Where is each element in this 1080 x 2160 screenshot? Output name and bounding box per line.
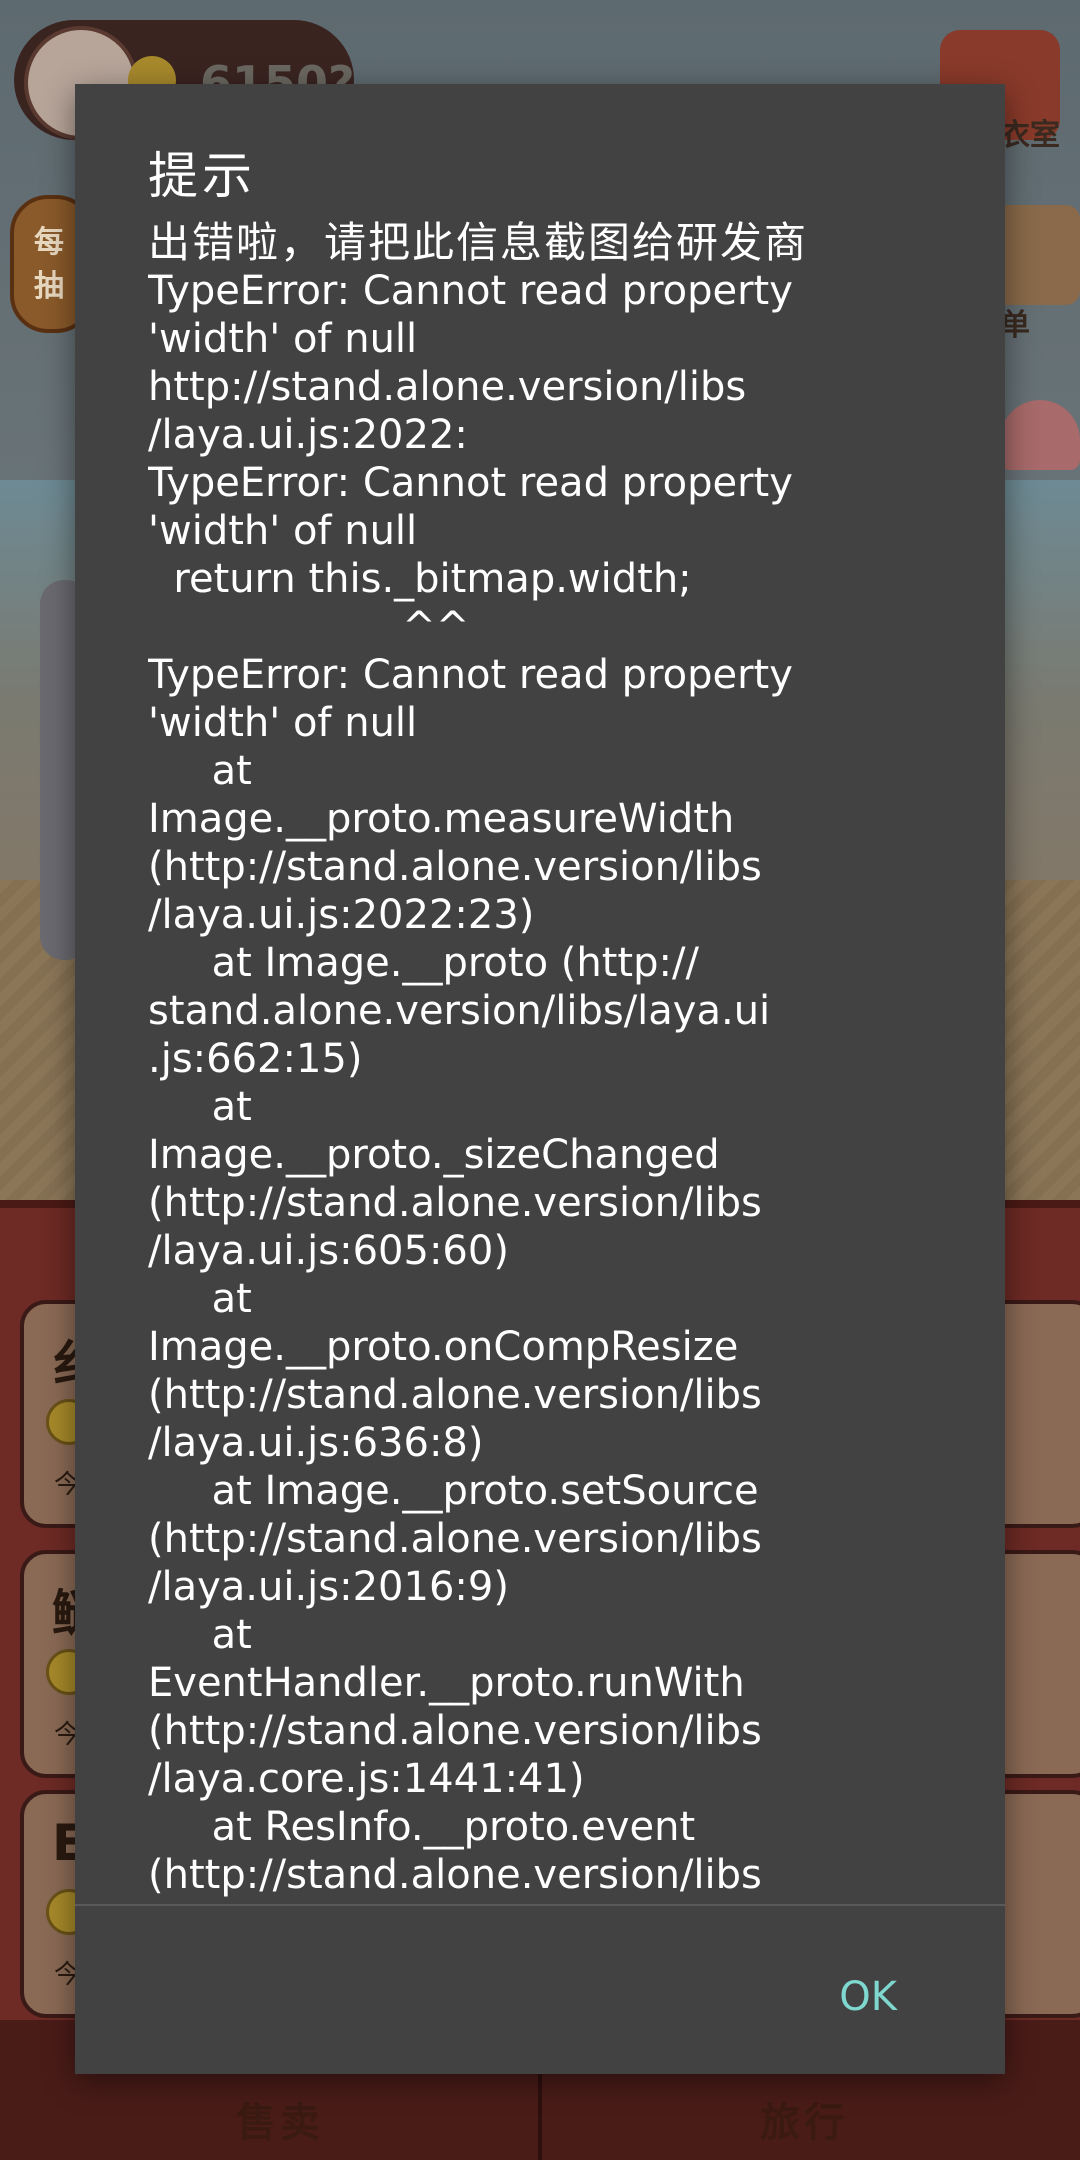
wardrobe-label: 衣室	[1000, 118, 1060, 153]
dialog-title: 提示	[148, 147, 256, 205]
error-stack-trace: TypeError: Cannot read property 'width' …	[148, 268, 793, 1898]
tab-travel[interactable]: 旅行	[760, 2090, 848, 2148]
heart-icon	[1000, 400, 1080, 470]
dialog-divider	[75, 1904, 1005, 1906]
tab-sell[interactable]: 售卖	[236, 2090, 324, 2148]
ok-button[interactable]: OK	[831, 1964, 905, 2030]
daily-draw-label-2: 抽	[34, 269, 64, 304]
dialog-message-scroll[interactable]: 出错啦，请把此信息截图给研发商 TypeError: Cannot read p…	[148, 219, 978, 1984]
error-dialog: 提示 出错啦，请把此信息截图给研发商 TypeError: Cannot rea…	[75, 84, 1005, 2074]
error-header-text: 出错啦，请把此信息截图给研发商	[148, 219, 809, 267]
daily-draw-label-1: 每	[34, 225, 64, 260]
